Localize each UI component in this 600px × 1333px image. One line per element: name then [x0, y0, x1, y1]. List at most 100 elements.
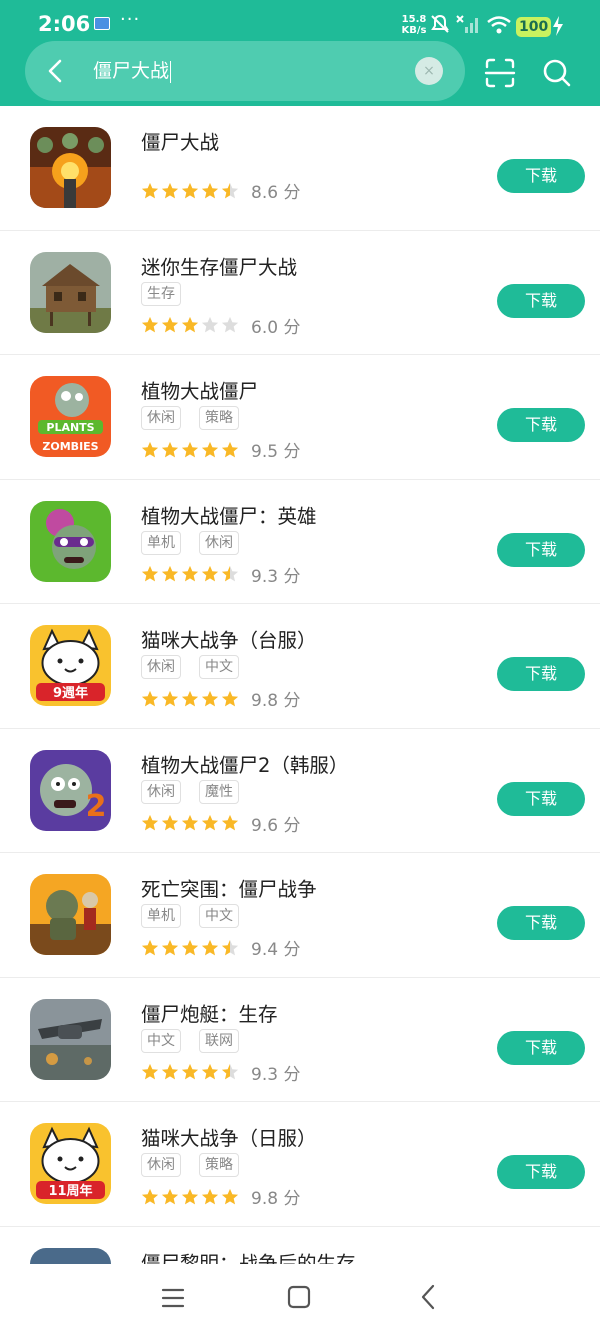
battle-cats-jp-icon[interactable]: 11周年 — [30, 1123, 111, 1204]
download-button[interactable]: 下载 — [497, 532, 585, 567]
wallet-icon — [94, 17, 110, 30]
dead-ahead-icon[interactable] — [30, 874, 111, 955]
rating-stars — [141, 316, 239, 334]
star-icon — [201, 182, 219, 198]
star-icon — [141, 441, 159, 457]
search-results-list: 僵尸大战 8.6 分 下载 迷你生存僵尸大战 生存 6.0 分 下载 PLANT… — [0, 106, 600, 1264]
app-name: 死亡突围：僵尸战争 — [141, 878, 317, 901]
plants-vs-zombies-icon[interactable]: PLANTS ZOMBIES — [30, 376, 111, 457]
result-item[interactable]: 11周年 猫咪大战争（日服） 休闲 策略 9.8 分 下载 — [0, 1102, 600, 1227]
search-input[interactable]: 僵尸大战 — [93, 54, 403, 88]
zombie-dawn-icon[interactable] — [30, 1247, 111, 1264]
app-score: 6.0 分 — [251, 317, 301, 338]
download-button[interactable]: 下载 — [497, 906, 585, 940]
app-tag: 休闲 — [141, 1153, 181, 1177]
star-icon — [161, 1063, 179, 1080]
app-rating: 9.8 分 — [141, 686, 300, 711]
app-rating: 9.3 分 — [141, 562, 300, 587]
battery-level: 100 — [516, 17, 552, 37]
app-rating: 9.3 分 — [141, 1060, 300, 1085]
download-button[interactable]: 下载 — [497, 781, 585, 816]
result-item[interactable]: 迷你生存僵尸大战 生存 6.0 分 下载 — [0, 231, 600, 355]
download-button[interactable]: 下载 — [497, 1155, 585, 1189]
app-name: 植物大战僵尸：英雄 — [141, 504, 317, 528]
status-bar: 2:06 ··· 15.8 KB/s 100 — [0, 0, 600, 44]
app-rating: 9.6 分 — [141, 811, 300, 836]
clear-input-button[interactable]: × — [415, 57, 443, 85]
app-tag: 联网 — [199, 1028, 239, 1053]
rating-stars — [141, 441, 239, 459]
star-icon — [161, 690, 179, 706]
menu-icon[interactable] — [161, 1286, 185, 1310]
more-notifications-icon: ··· — [120, 9, 141, 30]
svg-text:ZOMBIES: ZOMBIES — [42, 440, 98, 453]
app-tags: 单机 休闲 — [141, 530, 239, 555]
app-tag: 单机 — [141, 530, 181, 555]
result-item[interactable]: 僵尸炮艇：生存 中文 联网 9.3 分 下载 — [0, 978, 600, 1102]
download-button[interactable]: 下载 — [497, 657, 585, 691]
app-score: 9.5 分 — [251, 442, 301, 462]
wifi-icon — [487, 16, 511, 34]
home-icon[interactable] — [287, 1285, 311, 1309]
star-icon — [221, 690, 239, 706]
app-tag: 魔性 — [199, 779, 239, 804]
star-icon — [201, 1063, 219, 1080]
star-icon — [181, 939, 199, 955]
result-item[interactable]: 僵尸大战 8.6 分 下载 — [0, 106, 600, 231]
app-rating: 9.5 分 — [141, 437, 300, 462]
star-icon — [141, 1188, 159, 1204]
rating-stars — [141, 1063, 239, 1081]
star-icon — [201, 1188, 219, 1204]
search-bar: 僵尸大战 × — [25, 41, 465, 101]
app-name: 猫咪大战争（台服） — [141, 629, 317, 652]
star-icon — [201, 690, 219, 706]
result-item[interactable]: 9週年 猫咪大战争（台服） 休闲 中文 9.8 分 下载 — [0, 604, 600, 729]
star-icon — [201, 814, 219, 831]
star-icon — [141, 690, 159, 706]
app-rating: 8.6 分 — [141, 178, 300, 203]
app-tag: 中文 — [199, 904, 239, 928]
back-icon[interactable] — [417, 1284, 441, 1310]
star-icon — [141, 316, 159, 333]
star-icon — [181, 316, 199, 333]
download-button[interactable]: 下载 — [497, 283, 585, 318]
svg-text:11周年: 11周年 — [48, 1183, 92, 1199]
download-button[interactable]: 下载 — [497, 1030, 585, 1065]
svg-text:2: 2 — [86, 789, 107, 824]
header-bar: 2:06 ··· 15.8 KB/s 100 僵尸大战 × — [0, 0, 600, 106]
rating-stars — [141, 1188, 239, 1206]
gunship-icon[interactable] — [30, 998, 111, 1080]
result-item[interactable]: 僵尸黎明：战争后的生存 下载 — [0, 1227, 600, 1264]
app-rating: 6.0 分 — [141, 313, 300, 338]
app-name: 迷你生存僵尸大战 — [141, 255, 298, 279]
rating-stars — [141, 939, 239, 957]
pvz-heroes-icon[interactable] — [30, 500, 111, 582]
result-item[interactable]: 2 植物大战僵尸2（韩服） 休闲 魔性 9.6 分 下载 — [0, 729, 600, 853]
back-arrow-icon[interactable] — [41, 56, 71, 86]
app-name: 猫咪大战争（日服） — [141, 1127, 317, 1150]
app-rating: 9.4 分 — [141, 935, 300, 960]
search-icon[interactable] — [541, 57, 573, 89]
app-score: 9.3 分 — [251, 1064, 301, 1085]
zombie-shooter-icon[interactable] — [30, 127, 111, 208]
scan-icon[interactable] — [484, 57, 516, 89]
result-item[interactable]: 植物大战僵尸：英雄 单机 休闲 9.3 分 下载 — [0, 480, 600, 604]
star-icon — [161, 1188, 179, 1204]
app-tags: 生存 — [141, 281, 181, 306]
result-item[interactable]: 死亡突围：僵尸战争 单机 中文 9.4 分 下载 — [0, 853, 600, 978]
star-half-icon — [221, 565, 239, 582]
app-tags: 休闲 中文 — [141, 655, 239, 679]
net-speed-unit: KB/s — [401, 25, 427, 36]
wooden-house-icon[interactable] — [30, 251, 111, 333]
app-tag: 策略 — [199, 1153, 239, 1177]
battle-cats-tw-icon[interactable]: 9週年 — [30, 625, 111, 706]
star-icon — [181, 690, 199, 706]
app-score: 9.8 分 — [251, 691, 301, 711]
download-button[interactable]: 下载 — [497, 159, 585, 193]
star-icon — [141, 939, 159, 955]
download-button[interactable]: 下载 — [497, 408, 585, 442]
result-item[interactable]: PLANTS ZOMBIES 植物大战僵尸 休闲 策略 9.5 分 下载 — [0, 355, 600, 480]
app-score: 9.3 分 — [251, 566, 301, 587]
app-tag: 中文 — [141, 1028, 181, 1053]
pvz2-zombie-icon[interactable]: 2 — [30, 749, 111, 831]
